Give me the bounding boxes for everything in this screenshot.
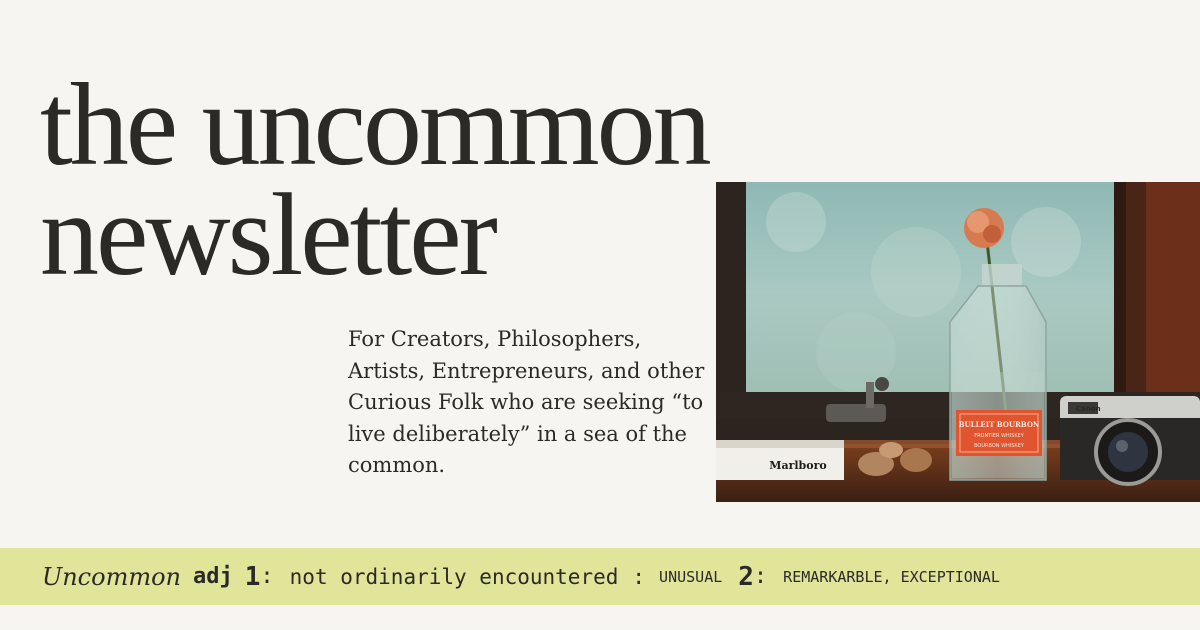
synonym-separator: : bbox=[632, 564, 646, 589]
definition-bar: Uncommon adj 1 : not ordinarily encounte… bbox=[0, 548, 1200, 605]
sense-2-synonyms: REMARKARBLE, EXCEPTIONAL bbox=[783, 567, 1000, 586]
sense-1-number: 1 bbox=[244, 561, 261, 592]
cigarette-pack-icon: Marlboro bbox=[716, 440, 844, 480]
part-of-speech: adj bbox=[193, 564, 233, 589]
sense-2-colon: : bbox=[753, 564, 768, 589]
tagline: For Creators, Philosophers, Artists, Ent… bbox=[348, 327, 705, 477]
hero-photo: Marlboro BULLEIT BOURBON FRONTIER WHISKE… bbox=[716, 182, 1200, 502]
bottle-label-line-1: BULLEIT BOURBON bbox=[959, 420, 1040, 429]
cigarette-brand: Marlboro bbox=[769, 459, 826, 472]
sense-2-number: 2 bbox=[738, 561, 754, 592]
title-line-1: the uncommon bbox=[40, 59, 712, 190]
camera-icon: Canon bbox=[1060, 396, 1200, 486]
sense-1-synonym: UNUSUAL bbox=[659, 567, 723, 586]
definition-word: Uncommon bbox=[42, 562, 181, 591]
title-line-2: newsletter bbox=[40, 169, 498, 300]
sense-1-colon: : bbox=[260, 564, 274, 589]
sense-1-text: not ordinarily encountered bbox=[289, 564, 619, 589]
bottle-label-line-2: FRONTIER WHISKEY bbox=[974, 433, 1025, 439]
camera-brand: Canon bbox=[1076, 405, 1101, 413]
bottle-label-line-3: BOURBON WHISKEY bbox=[974, 443, 1025, 449]
newsletter-title: the uncommon newsletter bbox=[40, 59, 712, 300]
